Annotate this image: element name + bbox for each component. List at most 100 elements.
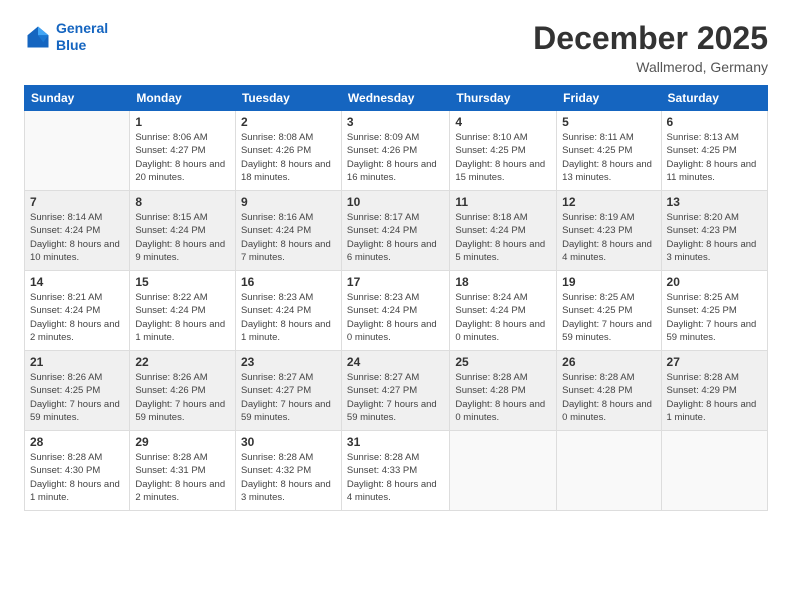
day-number: 3: [347, 115, 444, 129]
logo-icon: [24, 23, 52, 51]
table-row: 23Sunrise: 8:27 AMSunset: 4:27 PMDayligh…: [235, 351, 341, 431]
location: Wallmerod, Germany: [533, 59, 768, 75]
table-row: [661, 431, 767, 511]
day-number: 16: [241, 275, 336, 289]
day-info: Sunrise: 8:23 AMSunset: 4:24 PMDaylight:…: [347, 291, 444, 344]
table-row: 28Sunrise: 8:28 AMSunset: 4:30 PMDayligh…: [25, 431, 130, 511]
header: General Blue December 2025 Wallmerod, Ge…: [24, 20, 768, 75]
day-info: Sunrise: 8:20 AMSunset: 4:23 PMDaylight:…: [667, 211, 762, 264]
table-row: 7Sunrise: 8:14 AMSunset: 4:24 PMDaylight…: [25, 191, 130, 271]
table-row: 25 Sunrise: 8:28 AMSunset: 4:28 PMDayligh…: [450, 351, 557, 431]
title-block: December 2025 Wallmerod, Germany: [533, 20, 768, 75]
col-thursday: Thursday: [450, 86, 557, 111]
day-number: 24: [347, 355, 444, 369]
day-info: Sunrise: 8:28 AMSunset: 4:33 PMDaylight:…: [347, 451, 444, 504]
day-info: Sunrise: 8:10 AMSunset: 4:25 PMDaylight:…: [455, 131, 551, 184]
col-friday: Friday: [557, 86, 661, 111]
table-row: 14Sunrise: 8:21 AMSunset: 4:24 PMDayligh…: [25, 271, 130, 351]
day-info: Sunrise: 8:24 AMSunset: 4:24 PMDaylight:…: [455, 291, 551, 344]
table-row: 12 Sunrise: 8:19 AMSunset: 4:23 PMDayligh…: [557, 191, 661, 271]
day-number: 22: [135, 355, 230, 369]
table-row: 30 Sunrise: 8:28 AMSunset: 4:32 PMDayligh…: [235, 431, 341, 511]
table-row: 6 Sunrise: 8:13 AMSunset: 4:25 PMDaylight…: [661, 111, 767, 191]
day-number: 25: [455, 355, 551, 369]
day-info: Sunrise: 8:28 AMSunset: 4:32 PMDaylight:…: [241, 451, 336, 504]
calendar-header-row: Sunday Monday Tuesday Wednesday Thursday…: [25, 86, 768, 111]
logo: General Blue: [24, 20, 108, 54]
table-row: [557, 431, 661, 511]
day-number: 13: [667, 195, 762, 209]
logo-line2: Blue: [56, 37, 86, 53]
table-row: 4 Sunrise: 8:10 AMSunset: 4:25 PMDaylight…: [450, 111, 557, 191]
calendar-table: Sunday Monday Tuesday Wednesday Thursday…: [24, 85, 768, 511]
table-row: 10Sunrise: 8:17 AMSunset: 4:24 PMDayligh…: [341, 191, 449, 271]
col-sunday: Sunday: [25, 86, 130, 111]
day-number: 31: [347, 435, 444, 449]
table-row: 21 Sunrise: 8:26 AMSunset: 4:25 PMDayligh…: [25, 351, 130, 431]
table-row: [450, 431, 557, 511]
day-info: Sunrise: 8:28 AMSunset: 4:28 PMDaylight:…: [562, 371, 655, 424]
table-row: 27Sunrise: 8:28 AMSunset: 4:29 PMDayligh…: [661, 351, 767, 431]
day-number: 12: [562, 195, 655, 209]
table-row: 31 Sunrise: 8:28 AMSunset: 4:33 PMDayligh…: [341, 431, 449, 511]
table-row: 17Sunrise: 8:23 AMSunset: 4:24 PMDayligh…: [341, 271, 449, 351]
day-number: 19: [562, 275, 655, 289]
table-row: [25, 111, 130, 191]
calendar-week-row: 21 Sunrise: 8:26 AMSunset: 4:25 PMDayligh…: [25, 351, 768, 431]
table-row: 11 Sunrise: 8:18 AMSunset: 4:24 PMDayligh…: [450, 191, 557, 271]
day-info: Sunrise: 8:13 AMSunset: 4:25 PMDaylight:…: [667, 131, 762, 184]
table-row: 16 Sunrise: 8:23 AMSunset: 4:24 PMDayligh…: [235, 271, 341, 351]
day-info: Sunrise: 8:08 AMSunset: 4:26 PMDaylight:…: [241, 131, 336, 184]
calendar-week-row: 1 Sunrise: 8:06 AMSunset: 4:27 PMDaylight…: [25, 111, 768, 191]
table-row: 13 Sunrise: 8:20 AMSunset: 4:23 PMDayligh…: [661, 191, 767, 271]
day-info: Sunrise: 8:17 AMSunset: 4:24 PMDaylight:…: [347, 211, 444, 264]
table-row: 20 Sunrise: 8:25 AMSunset: 4:25 PMDayligh…: [661, 271, 767, 351]
day-info: Sunrise: 8:28 AMSunset: 4:30 PMDaylight:…: [30, 451, 124, 504]
day-info: Sunrise: 8:19 AMSunset: 4:23 PMDaylight:…: [562, 211, 655, 264]
day-info: Sunrise: 8:23 AMSunset: 4:24 PMDaylight:…: [241, 291, 336, 344]
day-info: Sunrise: 8:26 AMSunset: 4:26 PMDaylight:…: [135, 371, 230, 424]
table-row: 8 Sunrise: 8:15 AMSunset: 4:24 PMDaylight…: [130, 191, 236, 271]
day-info: Sunrise: 8:09 AMSunset: 4:26 PMDaylight:…: [347, 131, 444, 184]
day-info: Sunrise: 8:25 AMSunset: 4:25 PMDaylight:…: [562, 291, 655, 344]
day-info: Sunrise: 8:06 AMSunset: 4:27 PMDaylight:…: [135, 131, 230, 184]
table-row: 2 Sunrise: 8:08 AMSunset: 4:26 PMDaylight…: [235, 111, 341, 191]
day-info: Sunrise: 8:25 AMSunset: 4:25 PMDaylight:…: [667, 291, 762, 344]
col-tuesday: Tuesday: [235, 86, 341, 111]
calendar-week-row: 28Sunrise: 8:28 AMSunset: 4:30 PMDayligh…: [25, 431, 768, 511]
table-row: 24 Sunrise: 8:27 AMSunset: 4:27 PMDayligh…: [341, 351, 449, 431]
day-number: 8: [135, 195, 230, 209]
day-number: 6: [667, 115, 762, 129]
day-number: 26: [562, 355, 655, 369]
logo-line1: General: [56, 20, 108, 36]
day-number: 18: [455, 275, 551, 289]
table-row: 1 Sunrise: 8:06 AMSunset: 4:27 PMDaylight…: [130, 111, 236, 191]
day-info: Sunrise: 8:28 AMSunset: 4:31 PMDaylight:…: [135, 451, 230, 504]
day-number: 4: [455, 115, 551, 129]
month-title: December 2025: [533, 20, 768, 57]
day-info: Sunrise: 8:11 AMSunset: 4:25 PMDaylight:…: [562, 131, 655, 184]
day-number: 30: [241, 435, 336, 449]
day-info: Sunrise: 8:22 AMSunset: 4:24 PMDaylight:…: [135, 291, 230, 344]
day-number: 5: [562, 115, 655, 129]
day-number: 1: [135, 115, 230, 129]
day-number: 15: [135, 275, 230, 289]
day-info: Sunrise: 8:16 AMSunset: 4:24 PMDaylight:…: [241, 211, 336, 264]
table-row: 18 Sunrise: 8:24 AMSunset: 4:24 PMDayligh…: [450, 271, 557, 351]
table-row: 26 Sunrise: 8:28 AMSunset: 4:28 PMDayligh…: [557, 351, 661, 431]
day-number: 23: [241, 355, 336, 369]
table-row: 19 Sunrise: 8:25 AMSunset: 4:25 PMDayligh…: [557, 271, 661, 351]
day-number: 2: [241, 115, 336, 129]
table-row: 15 Sunrise: 8:22 AMSunset: 4:24 PMDayligh…: [130, 271, 236, 351]
day-number: 14: [30, 275, 124, 289]
col-wednesday: Wednesday: [341, 86, 449, 111]
day-info: Sunrise: 8:18 AMSunset: 4:24 PMDaylight:…: [455, 211, 551, 264]
day-info: Sunrise: 8:15 AMSunset: 4:24 PMDaylight:…: [135, 211, 230, 264]
day-info: Sunrise: 8:26 AMSunset: 4:25 PMDaylight:…: [30, 371, 124, 424]
day-info: Sunrise: 8:27 AMSunset: 4:27 PMDaylight:…: [347, 371, 444, 424]
day-number: 21: [30, 355, 124, 369]
day-number: 20: [667, 275, 762, 289]
day-info: Sunrise: 8:14 AMSunset: 4:24 PMDaylight:…: [30, 211, 124, 264]
day-number: 11: [455, 195, 551, 209]
day-info: Sunrise: 8:28 AMSunset: 4:28 PMDaylight:…: [455, 371, 551, 424]
